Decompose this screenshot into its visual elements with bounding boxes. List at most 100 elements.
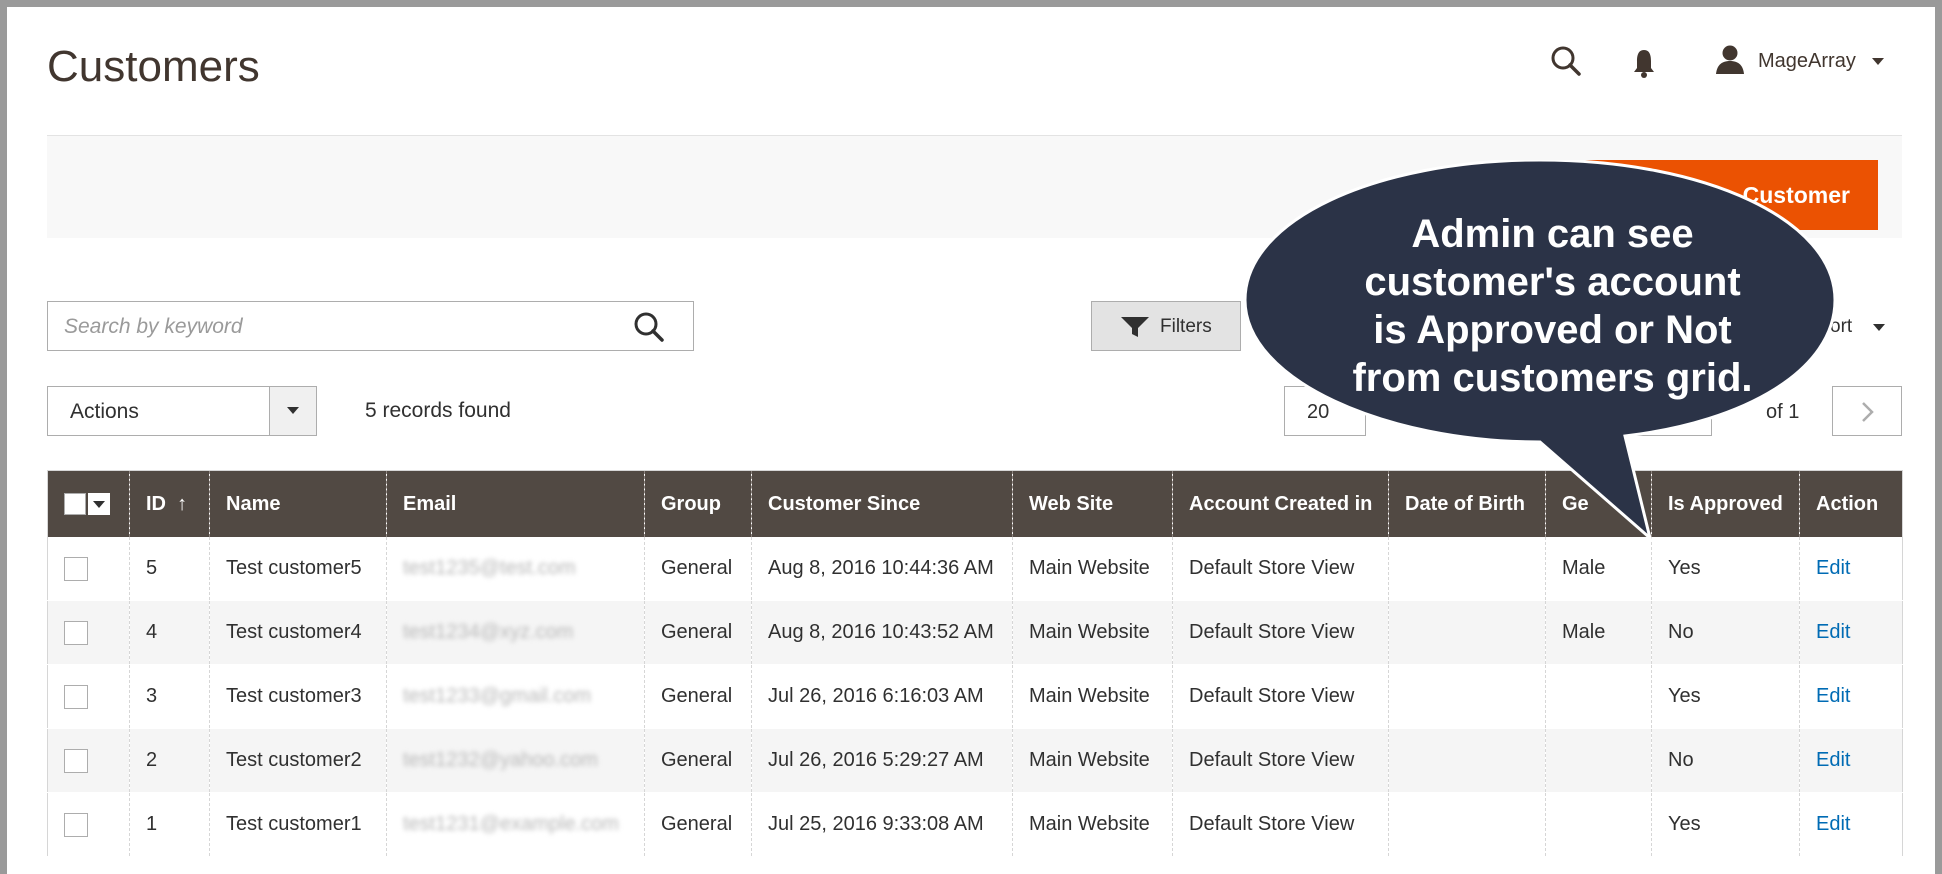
chevron-down-icon[interactable] bbox=[1873, 324, 1885, 331]
row-checkbox[interactable] bbox=[64, 620, 88, 645]
cell-customer-since: Aug 8, 2016 10:44:36 AM bbox=[751, 537, 1013, 601]
chevron-down-icon[interactable] bbox=[1872, 58, 1884, 65]
cell-is-approved: Yes bbox=[1651, 792, 1800, 857]
cell-name: Test customer4 bbox=[209, 600, 387, 665]
actions-dropdown-button[interactable] bbox=[269, 387, 316, 435]
column-id[interactable]: ID ↑ bbox=[129, 470, 210, 537]
mass-select-header[interactable] bbox=[47, 470, 130, 537]
search-icon[interactable] bbox=[633, 311, 665, 348]
mass-actions-select[interactable]: Actions bbox=[47, 386, 317, 436]
search-input[interactable] bbox=[62, 314, 626, 340]
row-checkbox[interactable] bbox=[64, 684, 88, 709]
cell-action: Edit bbox=[1799, 792, 1903, 857]
cell-website: Main Website bbox=[1012, 537, 1173, 601]
callout-line: is Approved or Not bbox=[1373, 308, 1732, 352]
cell-customer-since: Jul 26, 2016 5:29:27 AM bbox=[751, 728, 1013, 793]
callout-text: Admin can see customer's account is Appr… bbox=[1300, 210, 1805, 402]
row-select-cell[interactable] bbox=[47, 537, 130, 601]
edit-link[interactable]: Edit bbox=[1816, 557, 1850, 579]
search-icon[interactable] bbox=[1550, 45, 1582, 82]
cell-is-approved: Yes bbox=[1651, 664, 1800, 729]
cell-id: 5 bbox=[129, 537, 210, 601]
cell-is-approved: Yes bbox=[1651, 537, 1800, 601]
edit-link[interactable]: Edit bbox=[1816, 621, 1850, 643]
column-website[interactable]: Web Site bbox=[1012, 470, 1173, 537]
page-title: Customers bbox=[47, 42, 260, 91]
edit-link[interactable]: Edit bbox=[1816, 813, 1850, 835]
chevron-right-icon bbox=[1862, 402, 1874, 422]
cell-account-created-in: Default Store View bbox=[1172, 537, 1389, 601]
cell-email: test1231@example.com bbox=[386, 792, 645, 857]
cell-date-of-birth bbox=[1388, 537, 1546, 601]
table-row: 3 Test customer3 test1233@gmail.com Gene… bbox=[47, 664, 1903, 729]
cell-group: General bbox=[644, 728, 752, 793]
cell-customer-since: Jul 25, 2016 9:33:08 AM bbox=[751, 792, 1013, 857]
cell-website: Main Website bbox=[1012, 664, 1173, 729]
cell-is-approved: No bbox=[1651, 600, 1800, 665]
callout-line: Admin can see bbox=[1411, 212, 1694, 256]
table-row: 1 Test customer1 test1231@example.com Ge… bbox=[47, 792, 1903, 857]
cell-account-created-in: Default Store View bbox=[1172, 664, 1389, 729]
column-group[interactable]: Group bbox=[644, 470, 752, 537]
cell-gender bbox=[1545, 728, 1652, 793]
user-icon[interactable] bbox=[1714, 44, 1746, 81]
edit-link[interactable]: Edit bbox=[1816, 685, 1850, 707]
cell-email: test1234@xyz.com bbox=[386, 600, 645, 665]
cell-id: 2 bbox=[129, 728, 210, 793]
row-select-cell[interactable] bbox=[47, 664, 130, 729]
row-checkbox[interactable] bbox=[64, 812, 88, 837]
row-checkbox[interactable] bbox=[64, 556, 88, 581]
table-row: 5 Test customer5 test1235@test.com Gener… bbox=[47, 537, 1903, 601]
table-row: 4 Test customer4 test1234@xyz.com Genera… bbox=[47, 600, 1903, 665]
cell-customer-since: Jul 26, 2016 6:16:03 AM bbox=[751, 664, 1013, 729]
row-select-cell[interactable] bbox=[47, 792, 130, 857]
cell-action: Edit bbox=[1799, 537, 1903, 601]
cell-date-of-birth bbox=[1388, 600, 1546, 665]
cell-name: Test customer5 bbox=[209, 537, 387, 601]
row-select-cell[interactable] bbox=[47, 600, 130, 665]
callout-line: from customers grid. bbox=[1352, 356, 1753, 400]
cell-website: Main Website bbox=[1012, 792, 1173, 857]
user-menu[interactable]: MageArray bbox=[1758, 50, 1856, 73]
row-checkbox[interactable] bbox=[64, 748, 88, 773]
callout-line: customer's account bbox=[1364, 260, 1741, 304]
cell-id: 3 bbox=[129, 664, 210, 729]
cell-id: 1 bbox=[129, 792, 210, 857]
cell-action: Edit bbox=[1799, 664, 1903, 729]
column-email[interactable]: Email bbox=[386, 470, 645, 537]
filters-button[interactable]: Filters bbox=[1091, 301, 1241, 351]
chevron-down-icon bbox=[287, 407, 299, 414]
cell-email: test1233@gmail.com bbox=[386, 664, 645, 729]
cell-action: Edit bbox=[1799, 600, 1903, 665]
cell-gender bbox=[1545, 664, 1652, 729]
cell-group: General bbox=[644, 600, 752, 665]
row-select-cell[interactable] bbox=[47, 728, 130, 793]
mass-select-checkbox[interactable] bbox=[64, 493, 110, 516]
bell-icon[interactable] bbox=[1632, 47, 1656, 84]
cell-customer-since: Aug 8, 2016 10:43:52 AM bbox=[751, 600, 1013, 665]
column-customer-since[interactable]: Customer Since bbox=[751, 470, 1013, 537]
records-count: 5 records found bbox=[365, 399, 511, 422]
cell-group: General bbox=[644, 664, 752, 729]
cell-action: Edit bbox=[1799, 728, 1903, 793]
next-page-button[interactable] bbox=[1832, 386, 1902, 436]
cell-account-created-in: Default Store View bbox=[1172, 728, 1389, 793]
table-row: 2 Test customer2 test1232@yahoo.com Gene… bbox=[47, 728, 1903, 793]
cell-gender bbox=[1545, 792, 1652, 857]
cell-date-of-birth bbox=[1388, 728, 1546, 793]
cell-id: 4 bbox=[129, 600, 210, 665]
column-name[interactable]: Name bbox=[209, 470, 387, 537]
cell-is-approved: No bbox=[1651, 728, 1800, 793]
cell-date-of-birth bbox=[1388, 792, 1546, 857]
search-box bbox=[47, 301, 694, 351]
cell-group: General bbox=[644, 792, 752, 857]
cell-gender: Male bbox=[1545, 600, 1652, 665]
cell-group: General bbox=[644, 537, 752, 601]
filters-label: Filters bbox=[1160, 316, 1212, 337]
sort-asc-icon: ↑ bbox=[177, 492, 188, 515]
cell-name: Test customer2 bbox=[209, 728, 387, 793]
funnel-icon bbox=[1121, 317, 1149, 337]
cell-name: Test customer1 bbox=[209, 792, 387, 857]
edit-link[interactable]: Edit bbox=[1816, 749, 1850, 771]
cell-date-of-birth bbox=[1388, 664, 1546, 729]
